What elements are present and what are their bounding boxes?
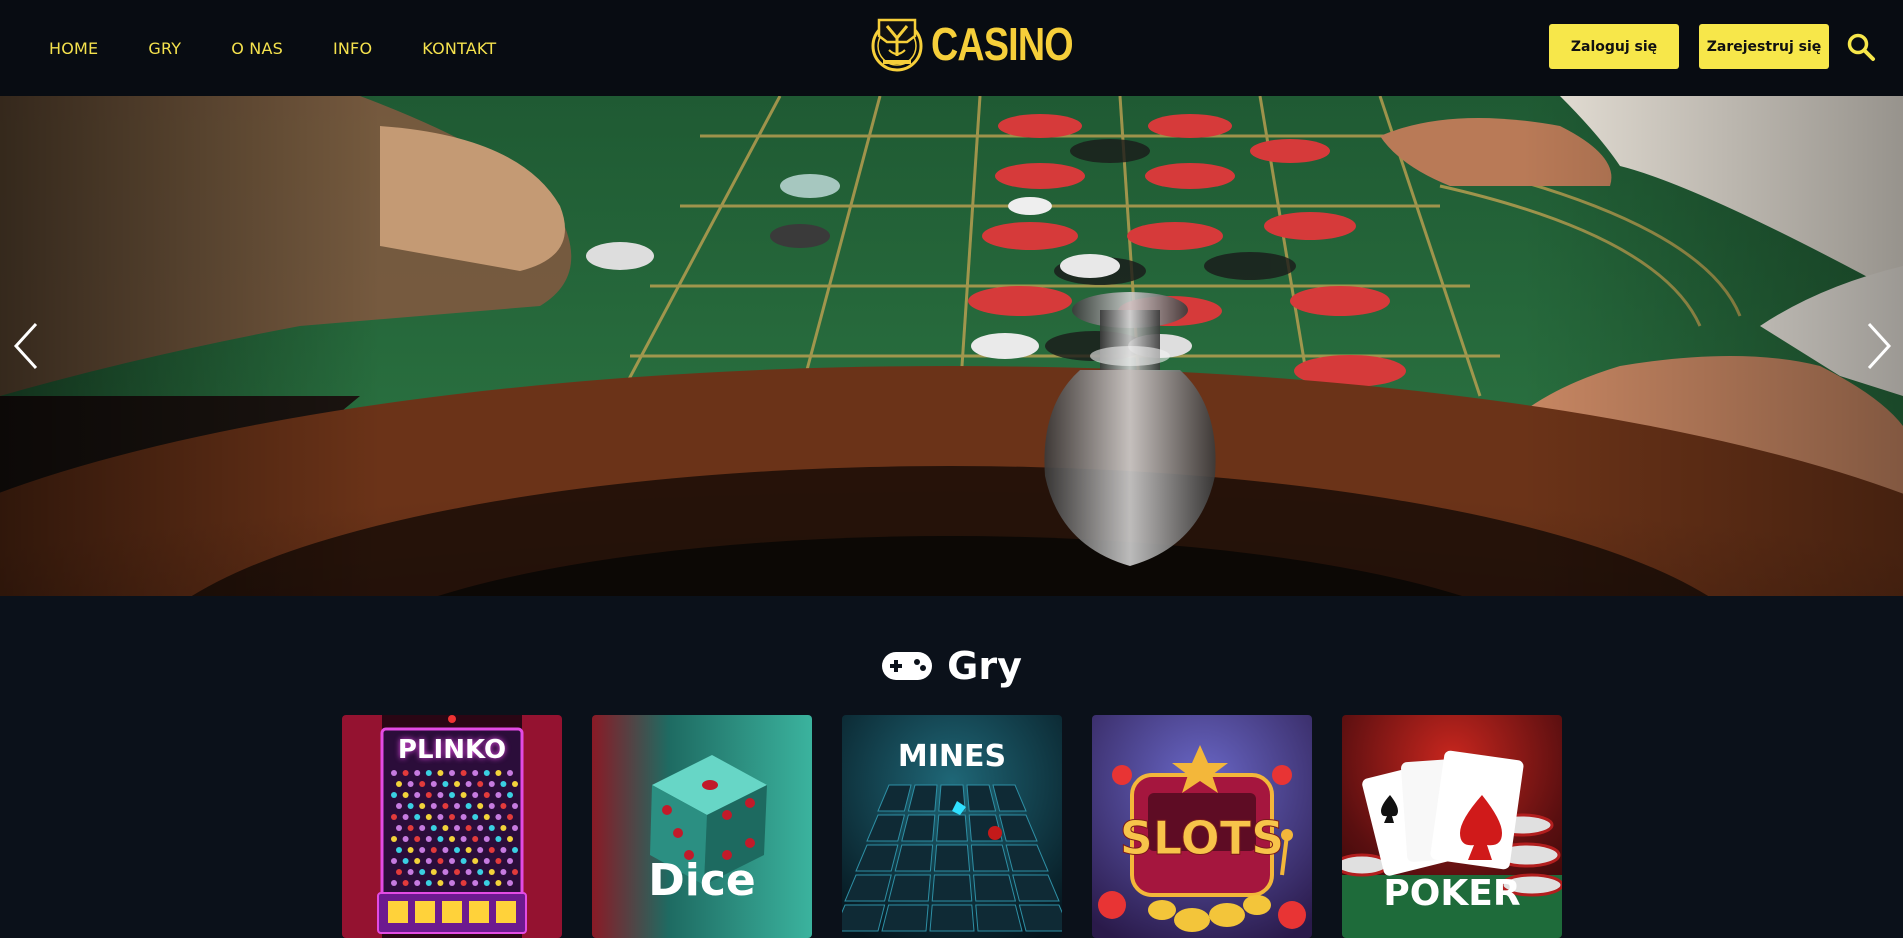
games-section-title: Gry (0, 644, 1903, 688)
nav-gry[interactable]: GRY (148, 39, 181, 58)
main-nav: HOME GRY O NAS INFO KONTAKT (49, 0, 546, 96)
games-list: PLINKO Dice MINES SLOTS POKER (342, 715, 1562, 938)
hero-slider (0, 96, 1903, 596)
game-card-plinko[interactable]: PLINKO (342, 715, 562, 938)
hero-image (0, 96, 1903, 596)
nav-home[interactable]: HOME (49, 39, 98, 58)
nav-info[interactable]: INFO (333, 39, 372, 58)
game-label: SLOTS (1119, 811, 1285, 866)
logo-text: CASINO (931, 18, 1074, 70)
game-label: POKER (1383, 873, 1521, 914)
game-card-dice[interactable]: Dice (592, 715, 812, 938)
nav-kontakt[interactable]: KONTAKT (422, 39, 496, 58)
game-label: Dice (648, 855, 756, 906)
site-logo[interactable]: CASINO (869, 14, 1104, 74)
game-card-mines[interactable]: MINES (842, 715, 1062, 938)
login-button[interactable]: Zaloguj się (1549, 24, 1679, 69)
gamepad-icon (882, 652, 933, 680)
game-card-poker[interactable]: POKER (1342, 715, 1562, 938)
site-header: HOME GRY O NAS INFO KONTAKT CASINO Zalog… (0, 0, 1903, 96)
logo-emblem-icon (871, 18, 923, 72)
chevron-right-icon[interactable] (1859, 318, 1899, 374)
chevron-left-icon[interactable] (6, 318, 46, 374)
search-icon[interactable] (1846, 32, 1876, 62)
games-title: Gry (947, 644, 1022, 688)
game-label: PLINKO (397, 735, 507, 765)
register-button[interactable]: Zarejestruj się (1699, 24, 1829, 69)
game-card-slots[interactable]: SLOTS (1092, 715, 1312, 938)
game-label: MINES (897, 739, 1007, 774)
nav-o-nas[interactable]: O NAS (231, 39, 283, 58)
